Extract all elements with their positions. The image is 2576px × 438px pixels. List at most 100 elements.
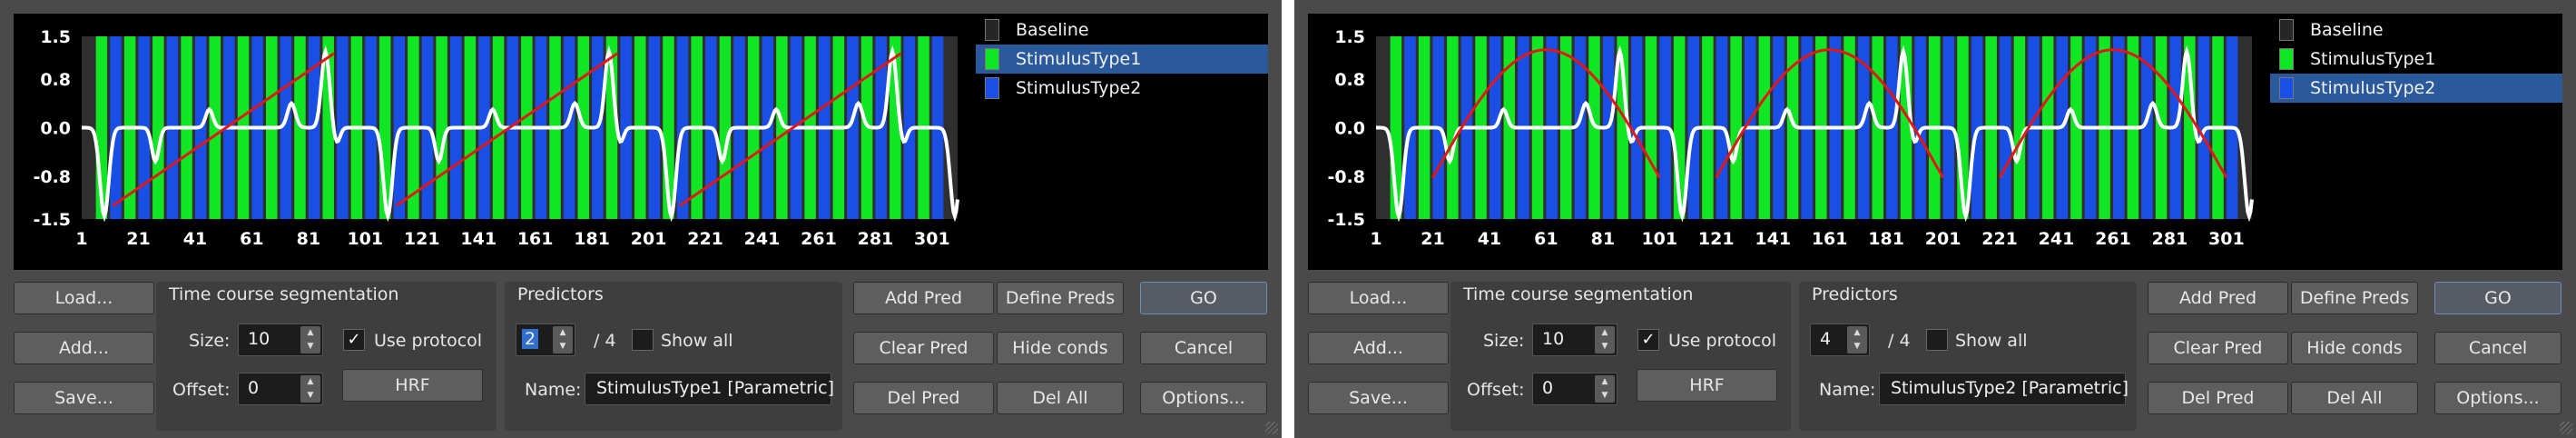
x-tick-label: 121 [404,229,440,249]
predictor-name-value: StimulusType2 [Parametric] [1891,378,2129,398]
legend-item-baseline[interactable]: Baseline [2270,15,2562,45]
stimulus-type1-block [436,36,447,219]
y-tick-label: -1.5 [1327,210,1365,230]
cancel-button[interactable]: Cancel [2434,332,2561,364]
clear-pred-button[interactable]: Clear Pred [853,332,994,364]
size-spinbox[interactable]: 10 ▲ ▼ [1532,324,1617,356]
spin-up-icon[interactable]: ▲ [300,326,320,340]
offset-spinbox[interactable]: 0 ▲ ▼ [238,373,323,405]
predictor-index-spinbox[interactable]: 4 ▲ ▼ [1810,324,1870,356]
legend-item-stimulustype1[interactable]: StimulusType1 [976,45,1268,74]
legend-label: Baseline [2310,20,2384,40]
save-button[interactable]: Save... [1308,382,1449,414]
define-preds-button[interactable]: Define Preds [997,282,1124,314]
offset-value: 0 [248,378,260,398]
del-all-button[interactable]: Del All [997,382,1124,414]
show-all-checkbox[interactable] [632,329,654,351]
x-tick-label: 41 [183,229,207,249]
spin-up-icon[interactable]: ▲ [300,375,320,389]
del-pred-button[interactable]: Del Pred [2148,382,2288,414]
cancel-button[interactable]: Cancel [1140,332,1267,364]
group-title: Time course segmentation [169,284,399,304]
spin-arrows[interactable]: ▲ ▼ [1847,326,1867,353]
y-tick-label: 0.8 [1334,70,1365,90]
legend-swatch [2279,19,2294,41]
show-all-checkbox[interactable] [1926,329,1948,351]
legend-label: StimulusType1 [1016,49,1142,69]
legend-item-stimulustype2[interactable]: StimulusType2 [2270,74,2562,103]
legend-swatch [985,19,999,41]
x-tick-label: 1 [1370,229,1381,249]
predictor-name-field[interactable]: StimulusType2 [Parametric] [1879,373,2129,405]
spin-down-icon[interactable]: ▼ [553,340,573,353]
predictor-index-spinbox[interactable]: 2 ▲ ▼ [516,324,575,356]
spin-arrows[interactable]: ▲ ▼ [300,326,320,353]
legend-label: StimulusType2 [1016,78,1142,98]
stimulus-type1-block [1730,36,1742,219]
show-all-label: Show all [661,331,733,351]
x-tick-label: 81 [297,229,320,249]
size-value: 10 [248,329,270,349]
spin-arrows[interactable]: ▲ ▼ [1595,375,1615,403]
load-button[interactable]: Load... [1308,282,1449,314]
options-button[interactable]: Options... [1140,382,1267,414]
predictor-index-value: 4 [1820,329,1832,349]
offset-spinbox[interactable]: 0 ▲ ▼ [1532,373,1617,405]
spin-down-icon[interactable]: ▼ [300,389,320,403]
legend-item-stimulustype2[interactable]: StimulusType2 [976,74,1268,103]
go-button[interactable]: GO [2434,282,2561,314]
spin-down-icon[interactable]: ▼ [1595,340,1615,353]
x-tick-label: 121 [1698,229,1735,249]
resize-grip-icon[interactable] [2560,422,2572,434]
x-tick-label: 261 [2095,229,2131,249]
spin-down-icon[interactable]: ▼ [1595,389,1615,403]
size-spinbox[interactable]: 10 ▲ ▼ [238,324,323,356]
spin-down-icon[interactable]: ▼ [1847,340,1867,353]
spin-arrows[interactable]: ▲ ▼ [300,375,320,403]
legend-swatch [2279,77,2294,99]
x-tick-label: 221 [687,229,723,249]
predictor-name-field[interactable]: StimulusType1 [Parametric] [585,373,834,405]
legend-item-baseline[interactable]: Baseline [976,15,1268,45]
save-button[interactable]: Save... [14,382,154,414]
go-button[interactable]: GO [1140,282,1267,314]
define-preds-button[interactable]: Define Preds [2291,282,2418,314]
offset-label: Offset: [172,380,231,400]
add-pred-button[interactable]: Add Pred [853,282,994,314]
hrf-button[interactable]: HRF [1637,369,1777,402]
spin-arrows[interactable]: ▲ ▼ [553,326,573,353]
hide-conds-button[interactable]: Hide conds [2291,332,2418,364]
protocol-panel-right: 1.5 0.8 0.0 -0.8 -1.5 1 21 41 61 81 101 121 141 161 18… [1294,0,2576,438]
add-button[interactable]: Add... [1308,332,1449,364]
x-tick-label: 241 [2039,229,2075,249]
spin-up-icon[interactable]: ▲ [553,326,573,340]
spin-arrows[interactable]: ▲ ▼ [1595,326,1615,353]
resize-grip-icon[interactable] [1265,422,1278,434]
x-tick-label: 81 [1591,229,1615,249]
use-protocol-checkbox[interactable]: ✓ [343,329,365,351]
x-tick-label: 21 [126,229,150,249]
use-protocol-checkbox[interactable]: ✓ [1637,329,1659,351]
add-button[interactable]: Add... [14,332,154,364]
condition-legend: Baseline StimulusType1 StimulusType2 [2270,14,2562,270]
y-tick-label: 0.8 [40,70,71,90]
y-tick-label: -0.8 [1327,167,1365,187]
spin-up-icon[interactable]: ▲ [1595,375,1615,389]
name-label: Name: [1819,380,1876,400]
del-pred-button[interactable]: Del Pred [853,382,994,414]
clear-pred-button[interactable]: Clear Pred [2148,332,2288,364]
add-pred-button[interactable]: Add Pred [2148,282,2288,314]
offset-value: 0 [1542,378,1554,398]
load-button[interactable]: Load... [14,282,154,314]
legend-item-stimulustype1[interactable]: StimulusType1 [2270,45,2562,74]
del-all-button[interactable]: Del All [2291,382,2418,414]
group-title: Predictors [1812,284,1898,304]
hide-conds-button[interactable]: Hide conds [997,332,1124,364]
group-title: Predictors [517,284,604,304]
offset-label: Offset: [1467,380,1525,400]
spin-up-icon[interactable]: ▲ [1847,326,1867,340]
spin-down-icon[interactable]: ▼ [300,340,320,353]
hrf-button[interactable]: HRF [342,369,483,402]
options-button[interactable]: Options... [2434,382,2561,414]
spin-up-icon[interactable]: ▲ [1595,326,1615,340]
